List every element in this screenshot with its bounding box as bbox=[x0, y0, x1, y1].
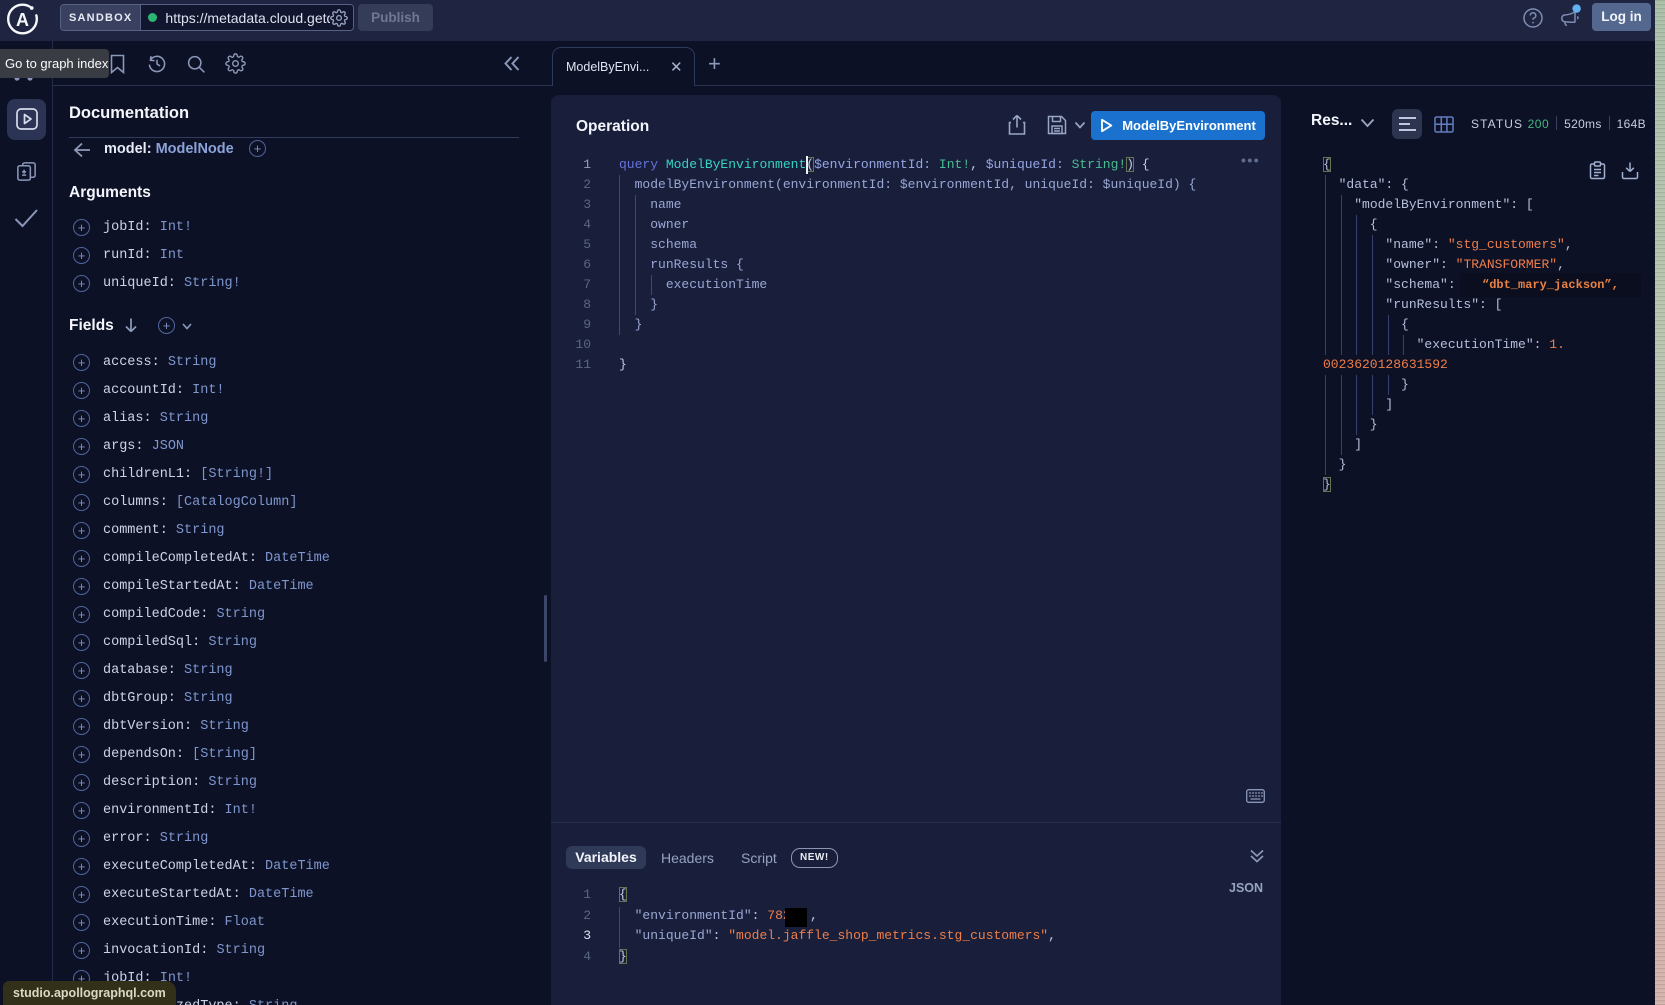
svg-text:A: A bbox=[16, 10, 29, 30]
